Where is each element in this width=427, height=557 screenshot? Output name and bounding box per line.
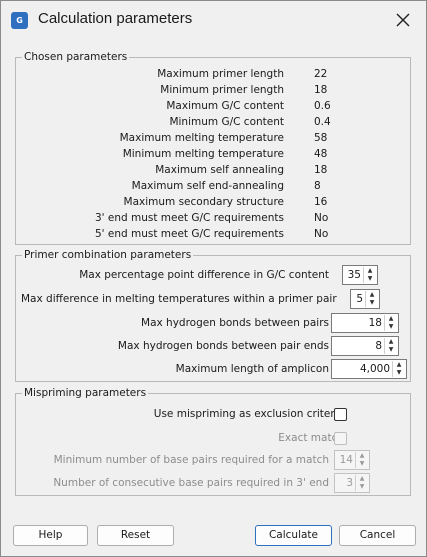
close-icon	[396, 13, 410, 27]
chosen-parameter-row: 3' end must meet G/C requirements No	[16, 212, 412, 228]
hbonds-pairs-spinner[interactable]: 18 ▲ ▼	[331, 313, 399, 333]
gc-diff-value: 35	[347, 269, 361, 281]
amplicon-value: 4,000	[359, 363, 390, 375]
hbonds-pairs-label: Max hydrogen bonds between pairs	[141, 317, 329, 329]
min-base-pairs-row: Minimum number of base pairs required fo…	[16, 450, 412, 470]
hbonds-pairs-row: Max hydrogen bonds between pairs 18 ▲ ▼	[16, 313, 412, 333]
consecutive-row: Number of consecutive base pairs require…	[16, 473, 412, 493]
min-base-pairs-up-arrow-icon[interactable]: ▲	[356, 452, 368, 460]
gc-diff-label: Max percentage point difference in G/C c…	[79, 269, 329, 281]
chosen-parameter-value: 18	[314, 84, 328, 96]
reset-button[interactable]: Reset	[97, 525, 174, 546]
hbonds-ends-spinner[interactable]: 8 ▲ ▼	[331, 336, 399, 356]
hbonds-pairs-up-arrow-icon[interactable]: ▲	[385, 315, 397, 323]
chosen-parameter-value: No	[314, 212, 329, 224]
chosen-parameter-label: Maximum secondary structure	[123, 196, 284, 208]
gc-diff-spinner[interactable]: 35 ▲ ▼	[342, 265, 378, 285]
chosen-parameter-label: Maximum G/C content	[166, 100, 284, 112]
chosen-parameter-row: Maximum self annealing 18	[16, 164, 412, 180]
amplicon-up-arrow-icon[interactable]: ▲	[393, 361, 405, 369]
dialog-window: G Calculation parameters Chosen paramete…	[0, 0, 427, 557]
min-base-pairs-down-arrow-icon[interactable]: ▼	[356, 460, 368, 468]
consecutive-down-arrow-icon[interactable]: ▼	[356, 483, 368, 491]
chosen-parameter-row: Minimum melting temperature 48	[16, 148, 412, 164]
chosen-parameter-label: 3' end must meet G/C requirements	[94, 212, 284, 224]
hbonds-pairs-down-arrow-icon[interactable]: ▼	[385, 323, 397, 331]
amplicon-row: Maximum length of amplicon 4,000 ▲ ▼	[16, 359, 412, 379]
chosen-parameter-value: 48	[314, 148, 328, 160]
hbonds-ends-value: 8	[375, 340, 382, 352]
cancel-button[interactable]: Cancel	[339, 525, 416, 546]
mispriming-group: Mispriming parameters Use mispriming as …	[15, 387, 412, 496]
chosen-parameter-value: 0.4	[314, 116, 331, 128]
chosen-parameter-label: Minimum primer length	[160, 84, 284, 96]
chosen-parameters-group: Chosen parameters Maximum primer length 2…	[15, 51, 412, 245]
use-exclusion-row: Use mispriming as exclusion criteria	[16, 406, 412, 426]
dialog-title: Calculation parameters	[38, 10, 193, 27]
chosen-parameter-value: 18	[314, 164, 328, 176]
app-icon: G	[11, 12, 28, 29]
tm-diff-spinner[interactable]: 5 ▲ ▼	[350, 289, 380, 309]
amplicon-spinner[interactable]: 4,000 ▲ ▼	[331, 359, 407, 379]
gc-diff-row: Max percentage point difference in G/C c…	[16, 265, 412, 285]
hbonds-ends-down-arrow-icon[interactable]: ▼	[385, 346, 397, 354]
chosen-parameter-label: Minimum G/C content	[169, 116, 284, 128]
tm-diff-row: Max difference in melting temperatures w…	[16, 289, 412, 309]
tm-diff-down-arrow-icon[interactable]: ▼	[366, 299, 378, 307]
chosen-parameter-row: Maximum self end-annealing 8	[16, 180, 412, 196]
gc-diff-up-arrow-icon[interactable]: ▲	[364, 267, 376, 275]
mispriming-legend: Mispriming parameters	[22, 387, 149, 399]
hbonds-pairs-value: 18	[368, 317, 382, 329]
exact-match-checkbox[interactable]	[334, 432, 347, 445]
use-exclusion-checkbox[interactable]	[334, 408, 347, 421]
chosen-parameter-row: Maximum G/C content 0.6	[16, 100, 412, 116]
chosen-parameter-label: 5' end must meet G/C requirements	[94, 228, 284, 240]
chosen-parameter-label: Minimum melting temperature	[122, 148, 284, 160]
chosen-parameter-row: Maximum secondary structure 16	[16, 196, 412, 212]
chosen-parameter-label: Maximum self annealing	[155, 164, 284, 176]
min-base-pairs-label: Minimum number of base pairs required fo…	[53, 454, 329, 466]
tm-diff-value: 5	[356, 293, 363, 305]
hbonds-ends-label: Max hydrogen bonds between pair ends	[117, 340, 329, 352]
chosen-parameter-row: Maximum primer length 22	[16, 68, 412, 84]
close-button[interactable]	[392, 9, 414, 31]
chosen-parameters-legend: Chosen parameters	[22, 51, 130, 63]
chosen-parameter-row: Maximum melting temperature 58	[16, 132, 412, 148]
consecutive-value: 3	[346, 477, 353, 489]
amplicon-label: Maximum length of amplicon	[175, 363, 329, 375]
use-exclusion-label: Use mispriming as exclusion criteria	[153, 408, 344, 420]
chosen-parameter-value: 58	[314, 132, 328, 144]
min-base-pairs-value: 14	[339, 454, 353, 466]
hbonds-ends-up-arrow-icon[interactable]: ▲	[385, 338, 397, 346]
calculate-button[interactable]: Calculate	[255, 525, 332, 546]
chosen-parameter-label: Maximum melting temperature	[119, 132, 284, 144]
primer-combination-legend: Primer combination parameters	[22, 249, 194, 261]
chosen-parameter-row: Minimum G/C content 0.4	[16, 116, 412, 132]
tm-diff-label: Max difference in melting temperatures w…	[21, 293, 337, 305]
min-base-pairs-spinner[interactable]: 14 ▲ ▼	[334, 450, 370, 470]
amplicon-down-arrow-icon[interactable]: ▼	[393, 369, 405, 377]
chosen-parameter-value: 16	[314, 196, 328, 208]
gc-diff-down-arrow-icon[interactable]: ▼	[364, 275, 376, 283]
consecutive-up-arrow-icon[interactable]: ▲	[356, 475, 368, 483]
chosen-parameter-value: 8	[314, 180, 321, 192]
chosen-parameter-value: 22	[314, 68, 328, 80]
primer-combination-group: Primer combination parameters Max percen…	[15, 249, 412, 382]
chosen-parameter-label: Maximum primer length	[157, 68, 284, 80]
chosen-parameter-value: 0.6	[314, 100, 331, 112]
consecutive-label: Number of consecutive base pairs require…	[53, 477, 329, 489]
help-button[interactable]: Help	[13, 525, 88, 546]
chosen-parameter-row: Minimum primer length 18	[16, 84, 412, 100]
chosen-parameter-label: Maximum self end-annealing	[131, 180, 284, 192]
exact-match-row: Exact match	[16, 430, 412, 450]
hbonds-ends-row: Max hydrogen bonds between pair ends 8 ▲…	[16, 336, 412, 356]
title-bar: G Calculation parameters	[1, 1, 426, 39]
tm-diff-up-arrow-icon[interactable]: ▲	[366, 291, 378, 299]
consecutive-spinner[interactable]: 3 ▲ ▼	[334, 473, 370, 493]
chosen-parameter-row: 5' end must meet G/C requirements No	[16, 228, 412, 244]
chosen-parameter-value: No	[314, 228, 329, 240]
